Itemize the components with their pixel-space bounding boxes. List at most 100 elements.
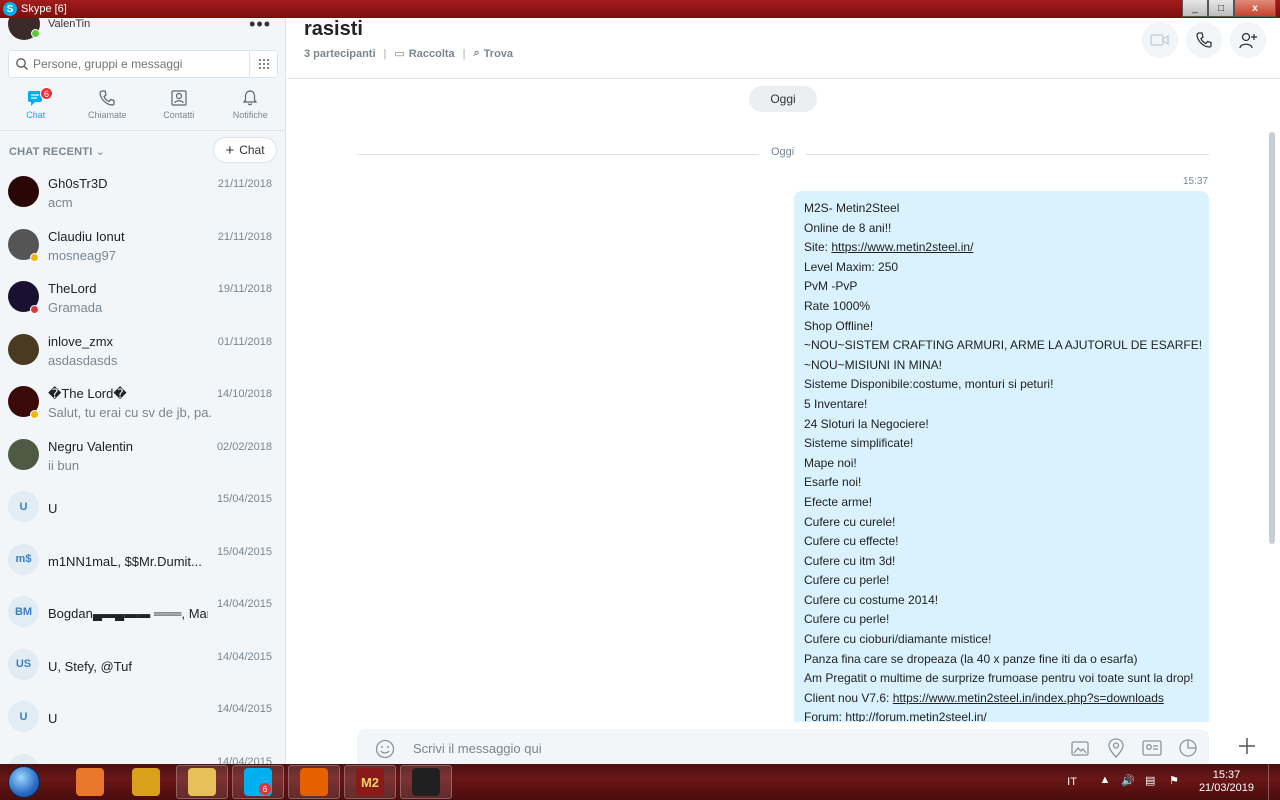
chat-list-item[interactable]: TheLord Gramada 19/11/2018 <box>0 275 285 328</box>
chat-list-item[interactable]: �The Lord� Salut, tu erai cu sv de jb, pa… <box>0 380 285 433</box>
winamp-app-button[interactable] <box>120 765 172 799</box>
recorder-app-button[interactable] <box>400 765 452 799</box>
message-link[interactable]: https://www.metin2steel.in/ <box>831 240 973 254</box>
chat-list-item[interactable]: Claudiu Ionut mosneag97 21/11/2018 <box>0 223 285 276</box>
media-player-app-button[interactable] <box>64 765 116 799</box>
profile-name[interactable]: ValenTin <box>48 18 90 30</box>
chat-date: 14/04/2015 <box>216 703 272 715</box>
image-icon[interactable] <box>1069 737 1091 759</box>
find-link[interactable]: Trova <box>484 48 513 60</box>
chat-name: �The Lord� <box>48 386 127 401</box>
tab-notifications[interactable]: Notifiche <box>215 86 286 128</box>
file-explorer-app-icon <box>188 768 216 796</box>
metin2-app-button[interactable]: M2 <box>344 765 396 799</box>
chat-date: 21/11/2018 <box>217 178 272 190</box>
file-explorer-app-button[interactable] <box>176 765 228 799</box>
message-line: Online de 8 ani!! <box>804 220 892 235</box>
maximize-button[interactable]: □ <box>1208 0 1234 17</box>
firefox-app-button[interactable] <box>288 765 340 799</box>
skype-app-button[interactable]: 6 <box>232 765 284 799</box>
header-actions <box>1142 22 1266 58</box>
gallery-link[interactable]: Raccolta <box>409 48 455 60</box>
chat-list-item[interactable]: Gh0sTr3D acm 21/11/2018 <box>0 170 285 223</box>
chat-date: 01/11/2018 <box>217 335 272 348</box>
contact-avatar: U <box>8 701 39 732</box>
clock[interactable]: 15:37 21/03/2019 <box>1199 769 1254 795</box>
scrollbar[interactable] <box>1269 132 1275 544</box>
clock-time: 15:37 <box>1212 769 1241 781</box>
chat-list-item[interactable]: U U 15/04/2015 <box>0 485 285 538</box>
emoji-icon[interactable] <box>375 739 395 759</box>
add-participant-button[interactable] <box>1230 22 1266 58</box>
show-hidden-icons-icon[interactable]: ▲ <box>1097 774 1113 790</box>
show-desktop-button[interactable] <box>1268 764 1280 800</box>
network-icon[interactable]: ▤ <box>1145 774 1161 790</box>
start-button[interactable] <box>4 765 44 799</box>
search-input[interactable] <box>33 57 249 71</box>
winamp-app-icon <box>132 768 160 796</box>
tab-chat[interactable]: 6 Chat <box>0 86 72 128</box>
separator: | <box>462 47 466 60</box>
message-link[interactable]: https://www.metin2steel.in/index.php?s=d… <box>893 691 1164 705</box>
new-chat-label: Chat <box>239 143 265 157</box>
contacts-icon <box>171 90 187 106</box>
taskbar-apps: 6 M2 <box>60 765 452 799</box>
chat-list-item[interactable]: m$ m1NN1maL, $$Mr.Dumit... 15/04/2015 <box>0 538 285 591</box>
conversation-title[interactable]: rasisti <box>304 18 363 41</box>
recent-chats-dropdown[interactable]: CHAT RECENTI ⌄ <box>9 145 105 158</box>
message-timestamp: 15:37 <box>1183 176 1209 187</box>
more-options-icon[interactable]: ••• <box>249 18 271 35</box>
conversation-header: rasisti 3 partecipanti | ▭ Raccolta | ⌕ … <box>287 18 1280 79</box>
add-content-icon[interactable] <box>1235 734 1259 758</box>
taskbar-badge: 6 <box>259 783 271 795</box>
message-line: Efecte arme! <box>804 494 873 509</box>
separator: | <box>383 47 387 60</box>
contact-avatar <box>8 753 39 764</box>
location-icon[interactable] <box>1105 737 1127 759</box>
volume-icon[interactable]: 🔊 <box>1121 774 1137 790</box>
message-input[interactable]: Scrivi il messaggio qui <box>413 741 542 756</box>
contact-avatar <box>8 176 39 207</box>
poll-icon[interactable] <box>1177 737 1199 759</box>
presence-status-dot <box>30 252 39 262</box>
chat-list-item[interactable]: U U 14/04/2015 <box>0 695 285 748</box>
message-line: 24 Sloturi la Negociere! <box>804 416 929 431</box>
chat-list-item[interactable]: BM Bogdan▄▬▄▬▬ ═══, Maria... 14/04/2015 <box>0 590 285 643</box>
window-title: Skype [6] <box>21 3 67 15</box>
participants-link[interactable]: 3 partecipanti <box>304 48 376 60</box>
chat-date: 14/10/2018 <box>216 388 272 400</box>
audio-call-button[interactable] <box>1186 22 1222 58</box>
plus-icon: + <box>225 141 235 159</box>
skype-logo-icon: S <box>3 2 17 16</box>
tab-notifications-label: Notifiche <box>232 110 268 120</box>
contact-avatar: m$ <box>8 543 39 575</box>
tab-calls[interactable]: Chiamate <box>72 86 144 128</box>
action-center-icon[interactable]: ⚑ <box>1169 774 1185 790</box>
date-divider-label: Oggi <box>759 146 807 158</box>
contact-avatar <box>8 438 39 470</box>
close-button[interactable]: x <box>1234 0 1276 17</box>
recorder-app-icon <box>412 768 440 796</box>
video-call-button[interactable] <box>1142 22 1178 58</box>
system-tray: IT ▲ 🔊 ▤ ⚑ 15:37 21/03/2019 <box>1067 764 1280 800</box>
new-chat-button[interactable]: + Chat <box>213 137 277 163</box>
phone-icon <box>99 90 115 106</box>
windows-logo-icon <box>8 766 40 798</box>
tab-contacts[interactable]: Contatti <box>143 86 215 128</box>
message-area[interactable]: Oggi Oggi 15:37 M2S- Metin2Steel Online d… <box>287 80 1280 722</box>
message-bubble[interactable]: M2S- Metin2Steel Online de 8 ani!! Site: h… <box>794 191 1209 722</box>
chat-unread-badge: 6 <box>40 87 53 100</box>
chat-list-item[interactable]: inlove_zmx asdasdasds 01/11/2018 <box>0 328 285 381</box>
minimize-button[interactable]: _ <box>1182 0 1208 17</box>
chat-list-item[interactable]: 14/04/2015 <box>0 748 285 764</box>
language-indicator[interactable]: IT <box>1067 776 1077 788</box>
chat-list-item[interactable]: US U, Stefy, @Tuf 14/04/2015 <box>0 643 285 696</box>
profile-header: ValenTin ••• <box>0 18 285 42</box>
chat-name: Bogdan▄▬▄▬▬ ═══, Maria... <box>48 606 208 621</box>
tab-contacts-label: Contatti <box>163 110 195 120</box>
chat-list-item[interactable]: Negru Valentin ii bun 02/02/2018 <box>0 433 285 486</box>
message-line: M2S- Metin2Steel <box>804 201 900 215</box>
contact-card-icon[interactable] <box>1141 737 1163 759</box>
message-line: Forum: http://forum.metin2steel.in/ <box>804 710 987 722</box>
dialpad-button[interactable] <box>249 51 277 77</box>
